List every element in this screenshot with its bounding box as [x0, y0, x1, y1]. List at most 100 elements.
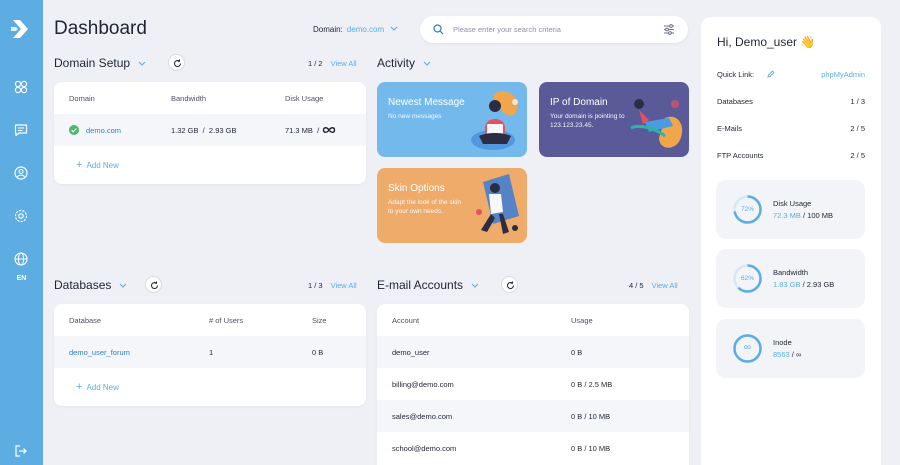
activity-title-text: Activity: [377, 56, 416, 70]
bandwidth-value: 1.32 GB / 2.93 GB: [171, 126, 237, 135]
database-size: 0 B: [312, 348, 324, 357]
databases-pager: 1 / 3 View All: [308, 281, 357, 290]
refresh-icon: [174, 59, 181, 67]
email-accounts-card: Account Usage demo_user 0 B billing@demo…: [377, 304, 689, 465]
column-header: Bandwidth: [171, 94, 207, 103]
usage-total: 2.93 GB: [806, 280, 835, 289]
search-input[interactable]: Please enter your search criteria: [453, 25, 561, 34]
activity-title[interactable]: Activity: [377, 56, 431, 70]
databases-card: Database # of Users Size demo_user_forum…: [54, 304, 366, 406]
usage-value: 72.3 MB / 100 MB: [773, 211, 834, 220]
logo-icon[interactable]: [11, 18, 31, 40]
database-link[interactable]: demo_user_forum: [69, 348, 130, 357]
tile-title: Newest Message: [388, 97, 465, 108]
databases-title-text: Databases: [54, 278, 112, 292]
apps-icon[interactable]: [14, 80, 28, 94]
email-usage: 0 B: [571, 348, 583, 357]
usage-total: ∞: [795, 350, 802, 359]
chevron-down-icon[interactable]: [119, 283, 127, 289]
column-header: Account: [392, 316, 420, 325]
refresh-icon: [151, 281, 158, 289]
ring-percent: 72%: [740, 206, 754, 213]
refresh-button[interactable]: [501, 276, 518, 293]
plus-icon: +: [76, 381, 83, 393]
settings-icon[interactable]: [14, 209, 28, 223]
message-icon[interactable]: [14, 123, 28, 137]
quick-link-label: Quick Link:: [717, 70, 755, 79]
stat-row: E-Mails 2 / 5: [717, 124, 865, 133]
search-icon: [433, 24, 444, 35]
disk-usage-card: 72% Disk Usage 72.3 MB / 100 MB: [716, 180, 865, 239]
column-header: # of Users: [209, 316, 244, 325]
user-count: 1: [209, 348, 214, 357]
domain-label: Domain:: [313, 25, 343, 34]
ring-percent: ∞: [743, 342, 752, 353]
stat-value: 2 / 5: [850, 124, 865, 133]
domain-setup-title[interactable]: Domain Setup: [54, 56, 146, 70]
databases-title[interactable]: Databases: [54, 278, 127, 292]
greeting: Hi, Demo_user 👋: [717, 35, 816, 49]
refresh-button[interactable]: [145, 276, 162, 293]
ring-percent: 62%: [740, 275, 754, 282]
inode-card: ∞ Inode 8563 / ∞: [716, 319, 865, 378]
infinity-icon: [322, 127, 336, 133]
usage-used: 1.83 GB: [773, 280, 801, 289]
check-circle-icon: [69, 125, 79, 135]
page-title: Dashboard: [54, 18, 147, 39]
user-icon[interactable]: [14, 166, 28, 180]
domain-pager: 1 / 2 View All: [308, 59, 357, 68]
sidebar: EN: [0, 0, 43, 465]
domain-selector[interactable]: Domain: demo.com: [313, 25, 398, 34]
add-new-database-button[interactable]: + Add New: [76, 381, 119, 393]
usage-total: 100 MB: [807, 211, 834, 220]
yoga-person-illustration: [630, 99, 683, 148]
skin-options-tile[interactable]: Skin Options Adapt the look of the skin …: [377, 168, 527, 243]
column-header: Database: [69, 316, 102, 325]
plus-icon: +: [76, 159, 83, 171]
column-header: Domain: [69, 94, 95, 103]
search-bar[interactable]: Please enter your search criteria: [420, 16, 688, 43]
email-account[interactable]: school@demo.com: [392, 444, 456, 453]
stat-value: 1 / 3: [850, 97, 865, 106]
usage-label: Inode: [773, 338, 792, 347]
domain-setup-title-text: Domain Setup: [54, 56, 131, 70]
chevron-down-icon[interactable]: [423, 61, 431, 67]
stat-label: Databases: [717, 97, 753, 106]
newest-message-tile[interactable]: Newest Message No new messages: [377, 82, 527, 157]
language-selector[interactable]: EN: [0, 275, 43, 282]
ip-of-domain-tile[interactable]: IP of Domain Your domain is pointing to …: [539, 82, 689, 157]
email-account[interactable]: demo_user: [392, 348, 430, 357]
pager-text: 4 / 5: [629, 281, 644, 290]
add-new-label: Add New: [86, 383, 119, 392]
quick-link-value[interactable]: phpMyAdmin: [821, 70, 865, 79]
quick-link-row: Quick Link: phpMyAdmin: [717, 70, 865, 79]
column-header: Size: [312, 316, 327, 325]
domain-value[interactable]: demo.com: [347, 25, 384, 34]
chevron-down-icon[interactable]: [138, 61, 146, 67]
email-usage: 0 B / 10 MB: [571, 444, 611, 453]
stat-value: 2 / 5: [850, 151, 865, 160]
logout-icon[interactable]: [14, 444, 28, 458]
refresh-button[interactable]: [168, 54, 185, 71]
email-accounts-title[interactable]: E-mail Accounts: [377, 278, 479, 292]
email-account[interactable]: billing@demo.com: [392, 380, 454, 389]
chevron-down-icon[interactable]: [471, 283, 479, 289]
user-panel: Hi, Demo_user 👋 Quick Link: phpMyAdmin D…: [701, 17, 881, 465]
add-new-label: Add New: [86, 161, 119, 170]
domain-setup-card: Domain Bandwidth Disk Usage demo.com 1.3…: [54, 82, 366, 184]
globe-icon[interactable]: [14, 252, 28, 266]
view-all-link[interactable]: View All: [652, 281, 678, 290]
tile-title: Skin Options: [388, 183, 445, 194]
column-header: Disk Usage: [285, 94, 324, 103]
view-all-link[interactable]: View All: [331, 281, 357, 290]
pager-text: 1 / 3: [308, 281, 323, 290]
filter-icon[interactable]: [663, 24, 675, 35]
email-account[interactable]: sales@demo.com: [392, 412, 452, 421]
edit-icon[interactable]: [767, 70, 775, 78]
chevron-down-icon[interactable]: [390, 26, 398, 32]
add-new-domain-button[interactable]: + Add New: [76, 159, 119, 171]
view-all-link[interactable]: View All: [331, 59, 357, 68]
tile-subtitle: Adapt the look of the skin to your own n…: [388, 199, 461, 215]
tile-subtitle: Your domain is pointing to 123.123.23.45…: [550, 113, 625, 129]
domain-link[interactable]: demo.com: [86, 126, 121, 135]
